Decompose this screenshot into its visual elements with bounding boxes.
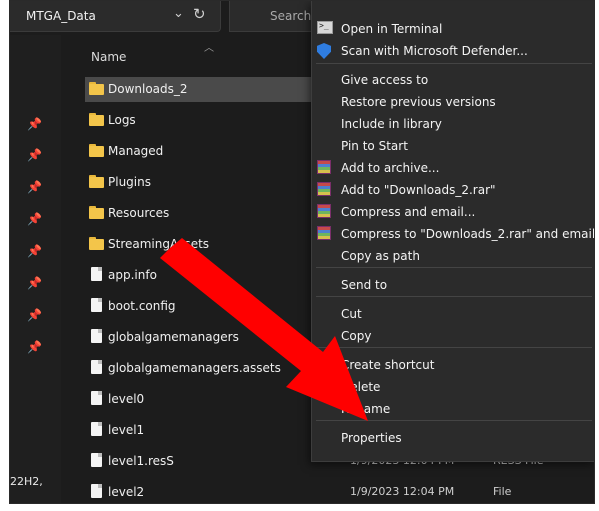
rar-icon <box>317 204 331 218</box>
menu-separator <box>316 420 592 421</box>
menu-item-compress-to-downloads-2-rar-and-email[interactable]: Compress to "Downloads_2.rar" and email <box>312 223 595 245</box>
menu-item-label: Add to archive... <box>341 161 440 175</box>
file-name: Resources <box>108 206 170 220</box>
menu-item-scan-with-microsoft-defender[interactable]: Scan with Microsoft Defender... <box>312 40 594 62</box>
file-name: Logs <box>108 113 136 127</box>
menu-item-include-in-library[interactable]: Include in library <box>312 113 594 135</box>
refresh-icon[interactable]: ↻ <box>193 5 206 23</box>
sort-caret-icon: ︿ <box>204 43 214 54</box>
folder-icon <box>89 112 105 127</box>
menu-item-add-to-downloads-2-rar[interactable]: Add to "Downloads_2.rar" <box>312 179 594 201</box>
pin-icon[interactable]: 📌 <box>27 148 42 162</box>
address-path: MTGA_Data <box>26 9 96 23</box>
file-name: globalgamemanagers.assets <box>108 361 281 375</box>
menu-item-compress-and-email[interactable]: Compress and email... <box>312 201 594 223</box>
menu-item-give-access-to[interactable]: Give access to <box>312 69 594 91</box>
search-input[interactable]: Search <box>229 1 321 32</box>
context-menu: Open in Terminal Scan with Microsoft Defe… <box>311 1 595 462</box>
file-date: 1/9/2023 12:04 PM <box>350 485 455 498</box>
address-bar[interactable]: MTGA_Data ⌄ <box>10 1 221 32</box>
file-name: globalgamemanagers <box>108 330 239 344</box>
pin-icon[interactable]: 📌 <box>27 117 42 131</box>
file-icon <box>89 360 105 375</box>
file-name: Plugins <box>108 175 151 189</box>
menu-item-label: Compress to "Downloads_2.rar" and email <box>341 227 595 241</box>
folder-icon <box>89 81 105 96</box>
rar-icon <box>317 160 331 174</box>
pin-icon[interactable]: 📌 <box>27 276 42 290</box>
menu-item-copy[interactable]: Copy <box>312 325 594 347</box>
file-icon <box>89 453 105 468</box>
rar-icon <box>317 226 331 240</box>
menu-item-pin-to-start[interactable]: Pin to Start <box>312 135 594 157</box>
file-icon <box>89 329 105 344</box>
menu-item-label: Send to <box>341 278 388 292</box>
menu-item-label: Scan with Microsoft Defender... <box>341 44 528 58</box>
menu-item-label: Copy as path <box>341 249 420 263</box>
menu-item-add-to-archive[interactable]: Add to archive... <box>312 157 594 179</box>
file-name: level2 <box>108 485 145 499</box>
menu-item-label: Create shortcut <box>341 358 435 372</box>
menu-item-label: Properties <box>341 431 402 445</box>
menu-item-cut[interactable]: Cut <box>312 303 594 325</box>
folder-icon <box>89 236 105 251</box>
menu-item-properties[interactable]: Properties <box>312 427 594 449</box>
menu-item-label: Open in Terminal <box>341 22 443 36</box>
chevron-down-icon[interactable]: ⌄ <box>173 6 184 21</box>
pin-icon[interactable]: 📌 <box>27 244 42 258</box>
folder-icon <box>89 205 105 220</box>
file-row[interactable]: level2 1/9/2023 12:04 PM File <box>85 480 594 503</box>
menu-item-copy-as-path[interactable]: Copy as path <box>312 245 594 267</box>
file-icon <box>89 484 105 499</box>
pin-icon[interactable]: 📌 <box>27 308 42 322</box>
file-name: Downloads_2 <box>108 82 188 96</box>
menu-item-send-to[interactable]: Send to <box>312 274 594 296</box>
menu-item-create-shortcut[interactable]: Create shortcut <box>312 354 594 376</box>
menu-item-label: Copy <box>341 329 372 343</box>
navigation-pane: 📌 📌 📌 📌 📌 📌 📌 📌 22H2, <box>10 35 62 503</box>
file-type: File <box>493 485 512 498</box>
pin-icon[interactable]: 📌 <box>27 212 42 226</box>
pin-icon[interactable]: 📌 <box>27 180 42 194</box>
pin-icon[interactable]: 📌 <box>27 340 42 354</box>
menu-item-label: Compress and email... <box>341 205 476 219</box>
file-name: Managed <box>108 144 164 158</box>
menu-item-label: Delete <box>341 380 381 394</box>
nav-partial-text: 22H2, <box>10 475 43 488</box>
terminal-icon <box>317 21 333 34</box>
menu-separator <box>316 347 592 348</box>
menu-item-label: Add to "Downloads_2.rar" <box>341 183 496 197</box>
search-placeholder: Search <box>270 9 312 23</box>
menu-item-label: Include in library <box>341 117 442 131</box>
folder-icon <box>89 174 105 189</box>
file-name: level1.resS <box>108 454 174 468</box>
file-name: boot.config <box>108 299 176 313</box>
menu-separator <box>316 296 592 297</box>
file-name: StreamingAssets <box>108 237 210 251</box>
menu-item-label: Pin to Start <box>341 139 408 153</box>
menu-item-rename[interactable]: Rename <box>312 398 594 420</box>
shield-icon <box>317 43 331 59</box>
menu-separator <box>316 63 592 64</box>
file-name: level0 <box>108 392 145 406</box>
file-name: level1 <box>108 423 145 437</box>
file-icon <box>89 391 105 406</box>
menu-item-label: Rename <box>341 402 391 416</box>
file-icon <box>89 298 105 313</box>
menu-item-label: Cut <box>341 307 362 321</box>
column-header-name[interactable]: Name <box>91 50 126 64</box>
folder-icon <box>89 143 105 158</box>
rar-icon <box>317 182 331 196</box>
file-explorer-window: MTGA_Data ⌄ ↻ Search 📌 📌 📌 📌 📌 📌 📌 📌 22H… <box>9 0 595 504</box>
menu-item-open-in-terminal[interactable]: Open in Terminal <box>312 18 594 40</box>
file-icon <box>89 422 105 437</box>
menu-separator <box>316 267 592 268</box>
file-name: app.info <box>108 268 157 282</box>
menu-item-delete[interactable]: Delete <box>312 376 594 398</box>
menu-item-restore-previous-versions[interactable]: Restore previous versions <box>312 91 594 113</box>
menu-item-label: Restore previous versions <box>341 95 496 109</box>
file-icon <box>89 267 105 282</box>
menu-item-label: Give access to <box>341 73 429 87</box>
